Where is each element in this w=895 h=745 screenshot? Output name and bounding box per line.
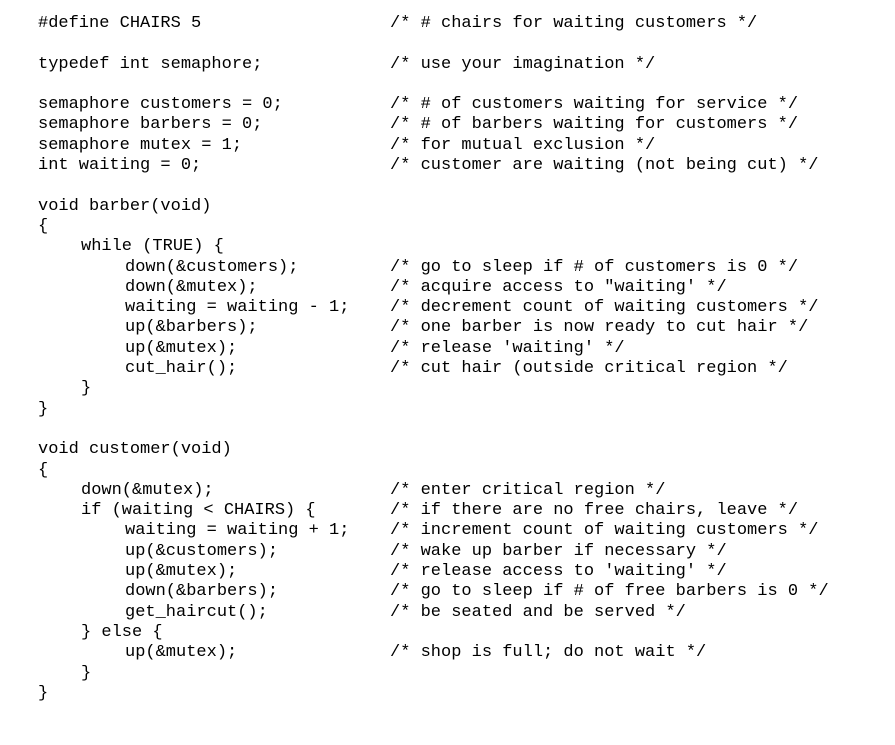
code-line: } else { (38, 623, 163, 643)
code-statement: up(&mutex); (125, 562, 238, 582)
code-statement: cut_hair(); (125, 359, 238, 379)
code-line: { (38, 461, 79, 481)
code-comment: /* # of customers waiting for service */ (390, 95, 799, 115)
code-line: semaphore customers = 0; /* # of custome… (38, 95, 798, 115)
code-comment: /* shop is full; do not wait */ (390, 643, 707, 663)
code-statement: waiting = waiting - 1; (125, 298, 350, 318)
code-line: down(&barbers); /* go to sleep if # of f… (38, 582, 829, 602)
code-line: } (38, 379, 91, 399)
code-line: typedef int semaphore; /* use your imagi… (38, 55, 655, 75)
waiting-int-line: int waiting = 0; (38, 156, 202, 176)
code-line: down(&customers); /* go to sleep if # of… (38, 258, 798, 278)
code-line: { (38, 217, 79, 237)
open-brace: { (38, 216, 49, 236)
code-comment: /* if there are no free chairs, leave */ (390, 501, 799, 521)
while-loop-line: while (TRUE) { (81, 237, 224, 257)
code-statement: up(&barbers); (125, 318, 258, 338)
code-comment: /* decrement count of waiting customers … (390, 298, 819, 318)
code-comment: /* # chairs for waiting customers */ (390, 14, 758, 33)
code-line: semaphore barbers = 0; /* # of barbers w… (38, 115, 798, 135)
code-statement: up(&customers); (125, 541, 279, 561)
code-line: up(&mutex); /* release 'waiting' */ (38, 339, 625, 359)
code-line: int waiting = 0; /* customer are waiting… (38, 156, 818, 176)
code-line: up(&barbers); /* one barber is now ready… (38, 318, 808, 338)
code-line: semaphore mutex = 1; /* for mutual exclu… (38, 136, 655, 156)
code-comment: /* for mutual exclusion */ (390, 135, 656, 155)
code-line: } (38, 400, 79, 420)
open-brace: { (38, 460, 49, 480)
customers-semaphore-line: semaphore customers = 0; (38, 95, 283, 115)
code-comment: /* customer are waiting (not being cut) … (390, 156, 819, 176)
else-line: } else { (81, 622, 163, 642)
code-comment: /* go to sleep if # of customers is 0 */ (390, 257, 799, 277)
typedef-line: typedef int semaphore; (38, 54, 263, 74)
code-line: void customer(void) (38, 440, 232, 460)
code-line: waiting = waiting + 1; /* increment coun… (38, 521, 818, 541)
barber-function-signature: void barber(void) (38, 196, 212, 216)
code-statement: down(&mutex); (125, 277, 258, 297)
close-brace: } (81, 663, 92, 683)
code-comment: /* increment count of waiting customers … (390, 521, 819, 541)
barbers-semaphore-line: semaphore barbers = 0; (38, 115, 263, 135)
code-listing: #define CHAIRS 5 /* # chairs for waiting… (38, 14, 829, 704)
code-comment: /* enter critical region */ (390, 480, 666, 500)
code-comment: /* be seated and be served */ (390, 602, 686, 622)
code-line: get_haircut(); /* be seated and be serve… (38, 603, 686, 623)
code-statement: down(&mutex); (81, 480, 214, 500)
code-statement: down(&barbers); (125, 582, 279, 602)
code-line: if (waiting < CHAIRS) { /* if there are … (38, 501, 798, 521)
code-comment: /* wake up barber if necessary */ (390, 541, 727, 561)
code-line: #define CHAIRS 5 /* # chairs for waiting… (38, 14, 757, 34)
code-line: } (38, 664, 91, 684)
mutex-semaphore-line: semaphore mutex = 1; (38, 135, 243, 155)
close-brace: } (38, 399, 49, 419)
code-line: down(&mutex); /* acquire access to "wait… (38, 278, 727, 298)
code-statement: waiting = waiting + 1; (125, 521, 350, 541)
code-line: down(&mutex); /* enter critical region *… (38, 481, 665, 501)
code-comment: /* go to sleep if # of free barbers is 0… (390, 582, 829, 602)
code-statement: up(&mutex); (125, 643, 238, 663)
code-comment: /* one barber is now ready to cut hair *… (390, 318, 809, 338)
code-comment: /* acquire access to "waiting' */ (390, 277, 727, 297)
code-comment: /* cut hair (outside critical region */ (390, 359, 788, 379)
customer-function-signature: void customer(void) (38, 440, 232, 460)
code-line: void barber(void) (38, 197, 211, 217)
close-brace: } (81, 379, 92, 399)
code-statement: down(&customers); (125, 257, 299, 277)
code-line: while (TRUE) { (38, 237, 224, 257)
code-line: up(&mutex); /* shop is full; do not wait… (38, 643, 706, 663)
if-statement-line: if (waiting < CHAIRS) { (81, 501, 316, 521)
close-brace: } (38, 683, 49, 703)
code-comment: /* release access to 'waiting' */ (390, 562, 727, 582)
code-comment: /* # of barbers waiting for customers */ (390, 115, 799, 135)
code-statement: get_haircut(); (125, 602, 268, 622)
code-line: cut_hair(); /* cut hair (outside critica… (38, 359, 788, 379)
code-statement: up(&mutex); (125, 338, 238, 358)
code-comment: /* release 'waiting' */ (390, 338, 625, 358)
code-comment: /* use your imagination */ (390, 54, 656, 74)
code-line: waiting = waiting - 1; /* decrement coun… (38, 298, 818, 318)
code-line: } (38, 684, 79, 704)
code-line: up(&customers); /* wake up barber if nec… (38, 542, 727, 562)
code-line: up(&mutex); /* release access to 'waitin… (38, 562, 727, 582)
define-chairs-line: #define CHAIRS 5 (38, 14, 202, 33)
